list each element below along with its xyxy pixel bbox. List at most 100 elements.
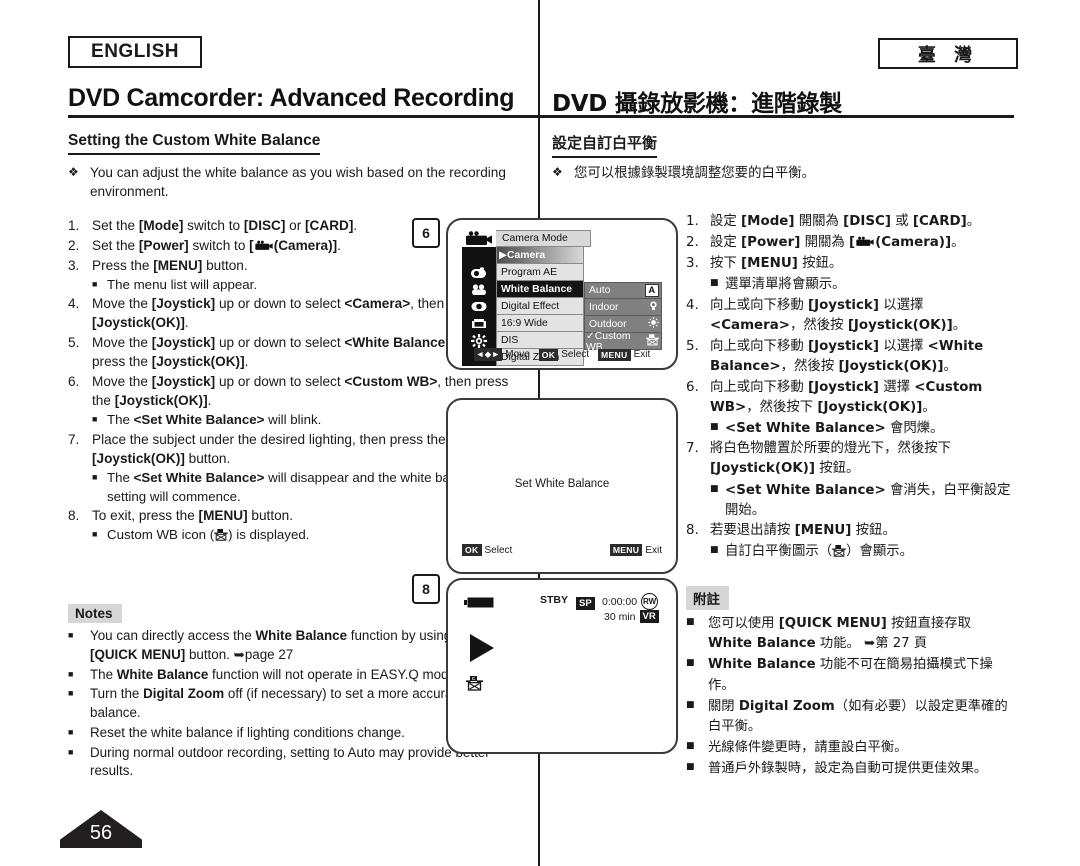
submenu-item-label: Auto xyxy=(589,285,611,296)
note-text: 光線條件變更時，請重設白平衡。 xyxy=(708,740,908,756)
submenu-item-label: Outdoor xyxy=(589,318,627,330)
step-substep: ■ <Set White Balance> 會閃爍。 xyxy=(710,419,1014,439)
note-text: 您可以使用 [QUICK MENU] 按鈕直接存取 White Balance … xyxy=(708,616,971,652)
page-number-badge: 56 xyxy=(60,810,142,848)
square-bullet-icon: ■ xyxy=(710,544,719,555)
square-bullet-icon: ■ xyxy=(92,414,98,425)
submenu-item[interactable]: Auto A xyxy=(584,282,662,299)
note-item: ■ 您可以使用 [QUICK MENU] 按鈕直接存取 White Balance… xyxy=(686,614,1016,654)
note-item: ■ 光線條件變更時，請重設白平衡。 xyxy=(686,738,1016,758)
menu-header-label: Camera Mode xyxy=(496,230,591,247)
step-item: 2. 設定 [Power] 開關為 [(Camera)]。 xyxy=(686,233,1014,253)
square-bullet-icon: ■ xyxy=(92,278,98,289)
step-substep: ■ <Set White Balance> 會消失，白平衡設定開始。 xyxy=(710,481,1014,521)
english-intro: ❖ You can adjust the white balance as yo… xyxy=(68,164,520,202)
menu-key-icon: MENU xyxy=(609,544,643,556)
hint-select: OK Select xyxy=(462,544,512,556)
step-item: 6. 向上或向下移動 [Joystick] 選擇 <Custom WB>，然後按下… xyxy=(686,378,1014,418)
menu-key-icon: MENU xyxy=(598,348,631,361)
substep-text: <Set White Balance> 會消失，白平衡設定開始。 xyxy=(725,482,1011,518)
ok-key-icon: OK xyxy=(462,544,482,556)
substep-text: 自訂白平衡圖示（ ）會顯示。 xyxy=(725,543,914,559)
white-balance-submenu: Auto A Indoor Outdoor ✓Custom WB xyxy=(584,282,662,353)
lcd-screenshot-set-white-balance: Set White Balance OK Select MENU Exit xyxy=(446,398,678,574)
step-item: 5. 向上或向下移動 [Joystick] 以選擇 <White Balance>… xyxy=(686,337,1014,377)
step-number: 5. xyxy=(68,335,80,351)
hint-exit-label: Exit xyxy=(645,544,662,556)
step-number: 1. xyxy=(68,217,80,233)
step-number: 3. xyxy=(686,256,699,272)
program-ae-icon xyxy=(462,264,496,281)
wide-icon xyxy=(462,315,496,332)
language-tag-chinese: 臺 灣 xyxy=(878,38,1018,69)
auto-badge-icon: A xyxy=(644,284,659,297)
square-bullet-icon: ■ xyxy=(68,630,74,640)
step-item: 4. 向上或向下移動 [Joystick] 以選擇 <Camera>，然後按 [J… xyxy=(686,296,1014,336)
square-bullet-icon: ■ xyxy=(68,746,74,757)
lcd-screenshot-menu: Camera Mode ▶Camera Program AE White Bal… xyxy=(446,218,678,370)
title-rule-right xyxy=(540,115,1014,118)
menu-item[interactable]: ▶Camera xyxy=(496,247,584,264)
english-intro-text: You can adjust the white balance as you … xyxy=(90,165,506,199)
hint-select-label: Select xyxy=(484,544,513,556)
chinese-intro-text: 您可以根據錄製環境調整您要的白平衡。 xyxy=(574,166,816,181)
chinese-notes-block: 附註 ■ 您可以使用 [QUICK MENU] 按鈕直接存取 White Bala… xyxy=(686,586,1016,781)
step-number: 2. xyxy=(686,235,699,251)
note-item: ■ White Balance 功能不可在簡易拍攝模式下操作。 xyxy=(686,655,1016,695)
submenu-item-label: Indoor xyxy=(589,301,619,313)
custom-wb-icon xyxy=(646,333,659,349)
square-bullet-icon: ■ xyxy=(92,472,98,483)
step-text: 設定 [Mode] 開關為 [DISC] 或 [CARD]。 xyxy=(710,214,981,230)
record-quality-badge: SP xyxy=(576,593,595,611)
square-bullet-icon: ■ xyxy=(686,658,695,669)
page-title-chinese: DVD 攝錄放影機：進階錄製 xyxy=(552,91,842,117)
manual-page: ENGLISH 臺 灣 DVD Camcorder: Advanced Reco… xyxy=(0,0,1080,866)
step-number: 2. xyxy=(68,237,80,253)
step-text: 向上或向下移動 [Joystick] 選擇 <Custom WB>，然後按下 [… xyxy=(710,379,983,416)
page-number-text: 56 xyxy=(89,822,113,844)
menu-item[interactable]: White Balance xyxy=(496,281,584,298)
square-bullet-icon: ■ xyxy=(686,762,695,773)
dis-icon xyxy=(462,332,496,349)
step-number: 8. xyxy=(686,522,699,538)
square-bullet-icon: ■ xyxy=(68,688,74,699)
battery-icon xyxy=(464,596,496,609)
notes-title-chinese: 附註 xyxy=(686,586,729,610)
step-item: 3. 按下 [MENU] 按鈕。 xyxy=(686,254,1014,274)
note-text: White Balance 功能不可在簡易拍攝模式下操作。 xyxy=(708,657,993,693)
note-item: ■ 關閉 Digital Zoom（如有必要）以設定更準確的白平衡。 xyxy=(686,697,1016,737)
note-text: 關閉 Digital Zoom（如有必要）以設定更準確的白平衡。 xyxy=(708,698,1008,735)
title-rule-left xyxy=(68,115,538,118)
ok-key-icon: OK xyxy=(538,348,559,361)
menu-item[interactable]: DIS xyxy=(496,332,584,349)
step-substep: ■ 選單清單將會顯示。 xyxy=(710,275,1014,295)
square-bullet-icon: ■ xyxy=(710,483,719,494)
standby-status: STBY xyxy=(540,594,569,606)
page-title-english: DVD Camcorder: Advanced Recording xyxy=(68,84,515,112)
note-text: 普通戶外錄製時，設定為自動可提供更佳效果。 xyxy=(708,761,988,777)
chinese-steps-list: 1. 設定 [Mode] 開關為 [DISC] 或 [CARD]。 2. 設定 [Po… xyxy=(686,212,1014,562)
submenu-item[interactable]: Indoor xyxy=(584,299,662,316)
lcd2-hint-bar: OK Select MENU Exit xyxy=(462,544,662,556)
menu-item[interactable]: Digital Effect xyxy=(496,298,584,315)
remaining-row: 30 min VR xyxy=(604,610,659,623)
rail-spacer xyxy=(462,247,496,264)
square-bullet-icon: ■ xyxy=(92,529,98,540)
square-bullet-icon: ■ xyxy=(68,726,74,737)
section-heading-chinese: 設定自訂白平衡 xyxy=(552,132,658,158)
white-balance-icon xyxy=(462,281,496,298)
substep-text: 選單清單將會顯示。 xyxy=(725,277,846,293)
step-number: 1. xyxy=(686,214,699,230)
step-text: 按下 [MENU] 按鈕。 xyxy=(710,256,843,272)
step-number: 7. xyxy=(68,432,80,447)
step-number: 6. xyxy=(686,379,699,395)
menu-item[interactable]: Program AE xyxy=(496,264,584,281)
menu-item[interactable]: 16:9 Wide xyxy=(496,315,584,332)
step-number: 5. xyxy=(686,338,699,354)
section-heading-english: Setting the Custom White Balance xyxy=(68,132,321,155)
step-number: 6. xyxy=(68,374,80,390)
notes-title-english: Notes xyxy=(68,604,122,623)
chinese-intro: ❖ 您可以根據錄製環境調整您要的白平衡。 xyxy=(552,164,1014,184)
square-bullet-icon: ■ xyxy=(710,422,719,433)
step-number: 7. xyxy=(686,441,699,457)
